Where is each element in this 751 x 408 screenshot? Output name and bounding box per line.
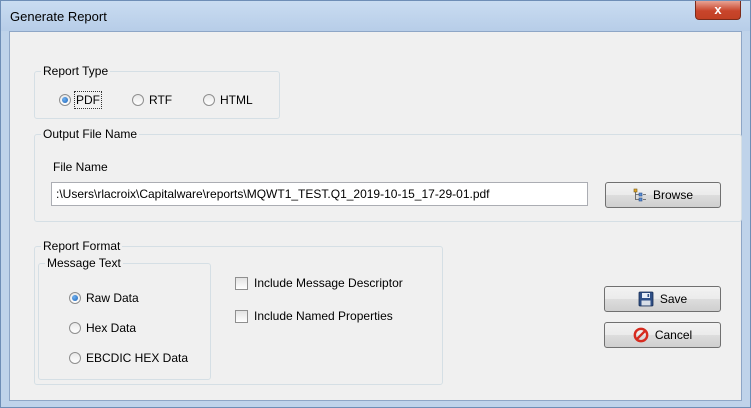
radio-label-rtf: RTF — [149, 93, 173, 107]
radio-raw-data[interactable]: Raw Data — [69, 291, 139, 305]
include-descriptor-label: Include Message Descriptor — [254, 276, 403, 290]
file-name-field[interactable]: :\Users\rlacroix\Capitalware\reports\MQW… — [51, 182, 588, 206]
folder-tree-icon — [633, 188, 647, 202]
close-icon: x — [714, 2, 722, 17]
radio-indicator — [69, 292, 81, 304]
radio-indicator — [69, 322, 81, 334]
report-type-legend: Report Type — [43, 64, 109, 78]
include-descriptor-checkbox[interactable]: Include Message Descriptor — [235, 276, 403, 290]
radio-label-html: HTML — [220, 93, 253, 107]
radio-ebcdic-hex-data[interactable]: EBCDIC HEX Data — [69, 351, 188, 365]
browse-button[interactable]: Browse — [605, 182, 721, 208]
radio-indicator — [132, 94, 144, 106]
cancel-button[interactable]: Cancel — [604, 322, 721, 348]
radio-label-hex-data: Hex Data — [86, 321, 137, 335]
radio-hex-data[interactable]: Hex Data — [69, 321, 136, 335]
radio-rtf[interactable]: RTF — [132, 93, 172, 107]
save-button[interactable]: Save — [604, 286, 721, 312]
window-title: Generate Report — [10, 9, 107, 24]
radio-indicator — [59, 94, 71, 106]
prohibited-icon — [633, 327, 649, 343]
report-format-legend: Report Format — [43, 239, 121, 253]
floppy-disk-icon — [638, 291, 654, 307]
radio-label-pdf: PDF — [74, 91, 102, 109]
include-properties-checkbox[interactable]: Include Named Properties — [235, 309, 393, 323]
radio-html[interactable]: HTML — [203, 93, 253, 107]
radio-label-raw-data: Raw Data — [86, 291, 139, 305]
checkbox-box — [235, 309, 248, 323]
checkbox-box — [235, 276, 248, 290]
message-text-legend: Message Text — [47, 256, 121, 270]
dialog-body: Report Type PDF RTF HTML Output File Nam… — [9, 31, 742, 401]
close-button[interactable]: x — [695, 1, 741, 20]
save-label: Save — [659, 292, 688, 306]
include-properties-label: Include Named Properties — [254, 309, 393, 323]
title-bar[interactable]: Generate Report x — [1, 1, 750, 31]
radio-pdf[interactable]: PDF — [59, 91, 102, 109]
browse-label: Browse — [652, 188, 693, 202]
file-name-label: File Name — [53, 160, 108, 174]
report-type-group: Report Type — [34, 64, 280, 119]
radio-label-ebcdic-hex-data: EBCDIC HEX Data — [86, 351, 189, 365]
radio-indicator — [69, 352, 81, 364]
output-file-legend: Output File Name — [43, 127, 138, 141]
dialog-window: Generate Report x Report Type PDF RTF HT… — [0, 0, 751, 408]
cancel-label: Cancel — [654, 328, 693, 342]
radio-indicator — [203, 94, 215, 106]
